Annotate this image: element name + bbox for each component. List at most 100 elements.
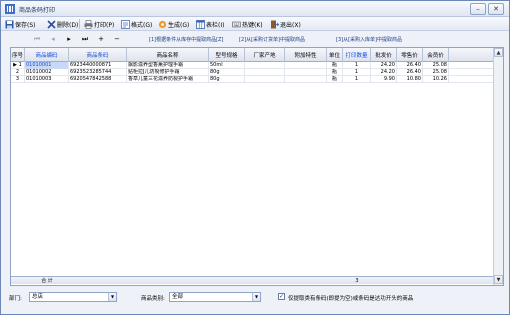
exit-button[interactable]: 退出(X) — [270, 18, 301, 30]
generate-gear-icon — [158, 20, 167, 28]
columns-button[interactable]: 表栏(I) — [196, 18, 224, 30]
cell-maker[interactable] — [245, 69, 285, 76]
product-grid[interactable]: 序号 商品编码 商品条码 商品名称 型号规格 厂家产地 附加特性 单位 打印数量… — [10, 47, 504, 286]
col-header-retail[interactable]: 零售价 — [397, 48, 423, 62]
last-record-button[interactable]: ⏭ — [79, 34, 91, 44]
hotkeys-button[interactable]: 热键(K) — [232, 18, 263, 30]
cell-name[interactable]: 贴柜拉J儿防裂修护手霜 — [127, 69, 209, 76]
cell-qty[interactable]: 1 — [343, 62, 371, 69]
delete-button[interactable]: 删除(D) — [47, 18, 78, 30]
printer-icon — [84, 19, 93, 29]
col-header-seq[interactable]: 序号 — [11, 48, 25, 62]
cell-barcode[interactable]: 6920547842588 — [69, 76, 127, 83]
cell-wholesale[interactable]: 9.90 — [371, 76, 397, 83]
cell-retail[interactable]: 10.80 — [397, 76, 423, 83]
close-button[interactable]: ✕ — [488, 3, 504, 15]
col-header-unit[interactable]: 单位 — [327, 48, 343, 62]
cell-member[interactable]: 10.26 — [423, 76, 449, 83]
add-record-button[interactable]: + — [95, 34, 107, 44]
cell-code[interactable]: 01010001 — [25, 62, 69, 69]
barcode-filter-checkbox[interactable]: ✓ — [278, 293, 285, 300]
col-header-qty[interactable]: 打印数量 — [343, 48, 371, 62]
cell-name[interactable]: 飘影滋养型香薰护理手霜 — [127, 62, 209, 69]
format-button[interactable]: 格式(G) — [121, 18, 152, 30]
scroll-down-button[interactable]: ▼ — [494, 275, 503, 284]
table-row[interactable]: ▶ 1 01010001 6923440000871 飘影滋养型香薰护理手霜 5… — [11, 62, 493, 69]
scroll-up-button[interactable]: ▲ — [494, 48, 503, 57]
print-button[interactable]: 打印(P) — [84, 18, 114, 30]
remove-record-button[interactable]: − — [111, 34, 123, 44]
cell-unit[interactable]: 瓶 — [327, 69, 343, 76]
check-icon: ✓ — [279, 293, 285, 300]
cell-member[interactable]: 25.08 — [423, 69, 449, 76]
prev-record-icon: ◂ — [51, 35, 55, 43]
cell-wholesale[interactable]: 24.20 — [371, 69, 397, 76]
next-record-button[interactable]: ▸ — [63, 34, 75, 44]
chevron-down-icon: ▼ — [252, 293, 260, 301]
save-button[interactable]: 保存(S) — [5, 18, 36, 30]
barcode-app-icon — [5, 4, 15, 14]
cell-qty[interactable]: 1 — [343, 76, 371, 83]
col-header-code[interactable]: 商品编码 — [25, 48, 69, 62]
window-title: 商品条码打印 — [19, 7, 56, 14]
table-row[interactable]: 2 01010002 6923523285744 贴柜拉J儿防裂修护手霜 80g… — [11, 69, 493, 76]
table-row[interactable]: 3 01010003 6920547842588 香草儿童三花滋养防裂护手霜 8… — [11, 76, 493, 83]
next-record-icon: ▸ — [67, 35, 71, 43]
first-record-icon: ⏮ — [33, 34, 41, 43]
cell-spec[interactable]: 80g — [209, 76, 245, 83]
cell-qty[interactable]: 1 — [343, 69, 371, 76]
prev-record-button[interactable]: ◂ — [47, 34, 59, 44]
extract-from-purchase-order-link[interactable]: [2]从[采购订货单]中提取商品 — [239, 36, 305, 43]
extract-from-inventory-link[interactable]: [1]根据条件从库存中提取商品[Z] — [149, 36, 223, 43]
cell-retail[interactable]: 26.40 — [397, 62, 423, 69]
cell-code[interactable]: 01010003 — [25, 76, 69, 83]
cell-retail[interactable]: 26.40 — [397, 69, 423, 76]
grid-header: 序号 商品编码 商品条码 商品名称 型号规格 厂家产地 附加特性 单位 打印数量… — [11, 48, 493, 62]
barcode-filter-label: 仅提取类有条码(即提为空)或条码是达功开头的商品 — [288, 296, 414, 302]
cell-unit[interactable]: 瓶 — [327, 62, 343, 69]
generate-button[interactable]: 生成(G) — [158, 18, 189, 30]
keyboard-icon — [232, 21, 241, 27]
col-header-barcode[interactable]: 商品条码 — [69, 48, 127, 62]
close-icon: ✕ — [493, 5, 499, 13]
col-header-spec[interactable]: 型号规格 — [209, 48, 245, 62]
dept-select[interactable]: 总店 ▼ — [29, 292, 117, 302]
cell-name[interactable]: 香草儿童三花滋养防裂护手霜 — [127, 76, 209, 83]
col-header-maker[interactable]: 厂家产地 — [245, 48, 285, 62]
minimize-icon: – — [476, 5, 480, 13]
cell-barcode[interactable]: 6923440000871 — [69, 62, 127, 69]
generate-label: 生成(G) — [168, 21, 190, 29]
filter-bar: 部门: 总店 ▼ 商品类别: 全部 ▼ ✓ 仅提取类有条码(即提为空)或条码是达… — [1, 290, 509, 304]
extract-from-purchase-receipt-link[interactable]: [3]从[采购入库单]中提取商品 — [336, 36, 402, 43]
cell-unit[interactable]: 瓶 — [327, 76, 343, 83]
cell-wholesale[interactable]: 24.20 — [371, 62, 397, 69]
cell-member[interactable]: 25.08 — [423, 62, 449, 69]
cell-barcode[interactable]: 6923523285744 — [69, 69, 127, 76]
cell-spec[interactable]: 80g — [209, 69, 245, 76]
cell-code[interactable]: 01010002 — [25, 69, 69, 76]
delete-label: 删除(D) — [57, 21, 79, 29]
category-select[interactable]: 全部 ▼ — [169, 292, 261, 302]
cell-extra[interactable] — [285, 76, 327, 83]
col-header-member[interactable]: 会员价 — [423, 48, 449, 62]
print-label: 打印(P) — [94, 21, 115, 29]
columns-label: 表栏(I) — [206, 21, 225, 29]
cell-spec[interactable]: 50ml — [209, 62, 245, 69]
cell-extra[interactable] — [285, 62, 327, 69]
format-label: 格式(G) — [131, 21, 153, 29]
grid-vertical-scrollbar[interactable]: ▲ ▼ — [493, 48, 503, 285]
col-header-wholesale[interactable]: 批发价 — [371, 48, 397, 62]
cell-seq: 3 — [11, 76, 25, 83]
toolbar: 保存(S) 删除(D) 打印(P) 格式(G) 生成(G) 表栏(I) 热键(K… — [1, 17, 509, 31]
minimize-button[interactable]: – — [470, 3, 486, 15]
col-header-name[interactable]: 商品名称 — [127, 48, 209, 62]
delete-x-icon — [47, 19, 56, 29]
floppy-disk-icon — [5, 20, 14, 28]
cell-extra[interactable] — [285, 69, 327, 76]
cell-maker[interactable] — [245, 76, 285, 83]
first-record-button[interactable]: ⏮ — [31, 34, 43, 44]
cell-maker[interactable] — [245, 62, 285, 69]
exit-label: 退出(X) — [280, 21, 301, 29]
col-header-extra[interactable]: 附加特性 — [285, 48, 327, 62]
plus-icon: + — [98, 35, 104, 43]
